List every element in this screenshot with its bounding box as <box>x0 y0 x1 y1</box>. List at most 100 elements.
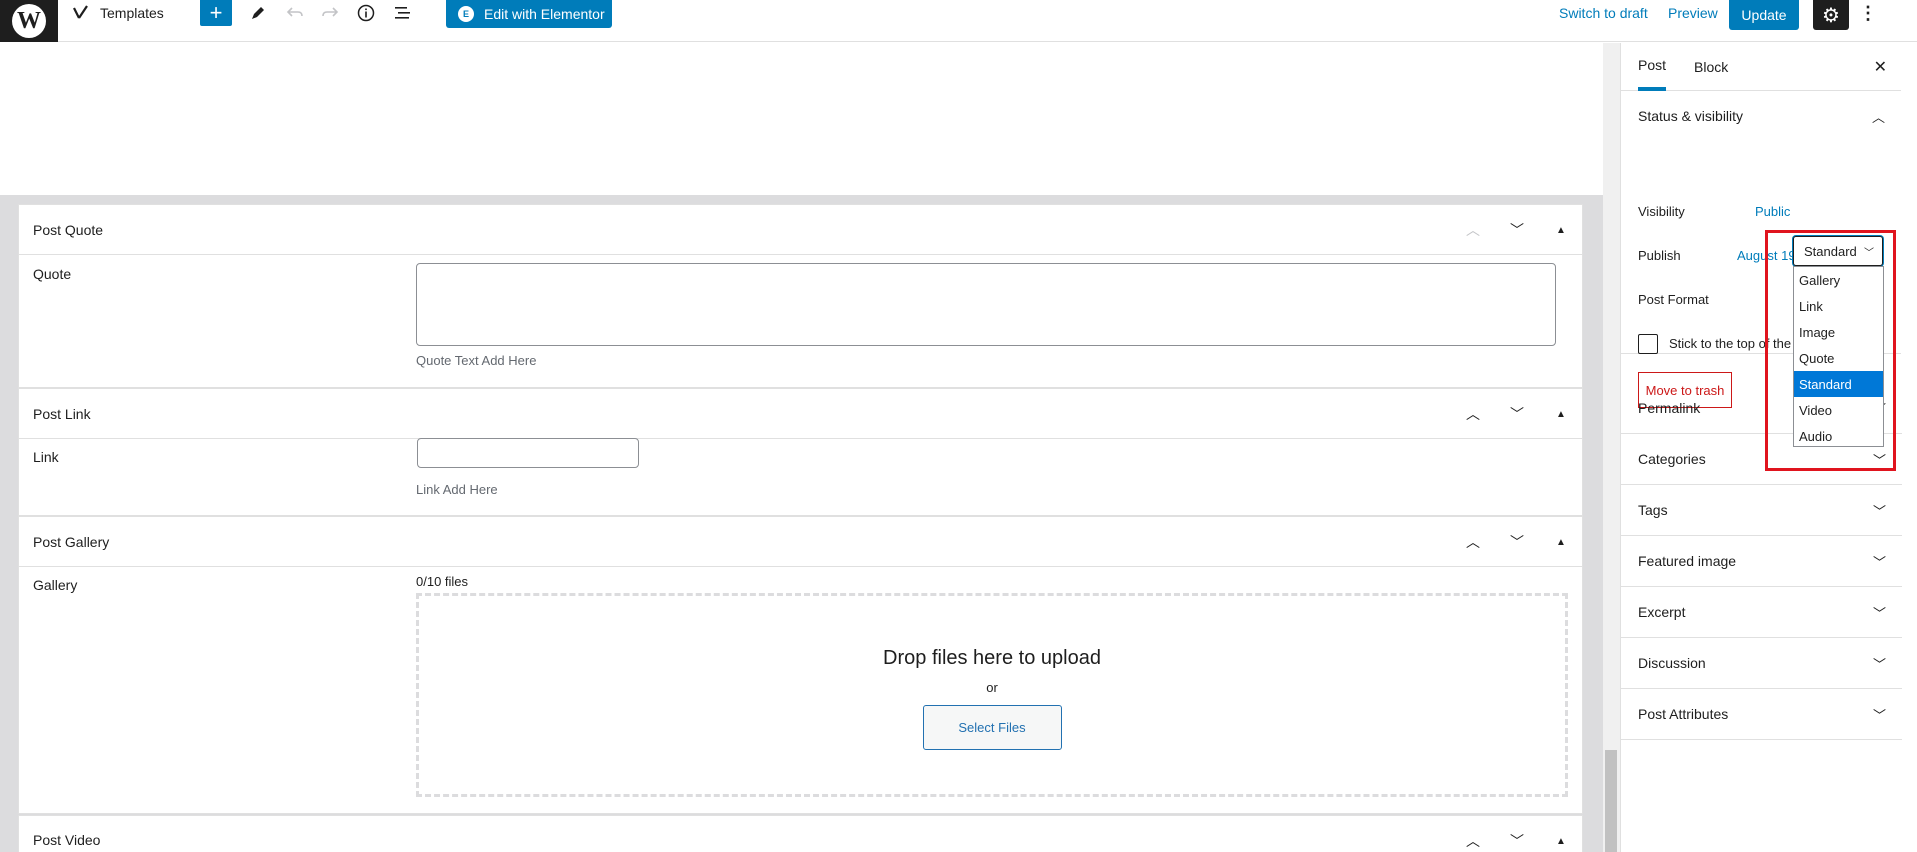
post-link-title: Post Link <box>33 405 91 422</box>
panel-title: Tags <box>1638 502 1668 518</box>
yoast-icon <box>73 5 88 19</box>
outline-button[interactable] <box>393 0 413 26</box>
move-down-icon[interactable]: ﹀ <box>1508 831 1526 851</box>
post-quote-header[interactable]: Post Quote ︿ ﹀ ▲ <box>19 205 1582 255</box>
visibility-value[interactable]: Public <box>1755 204 1790 219</box>
post-gallery-title: Post Gallery <box>33 533 110 550</box>
discussion-panel[interactable]: Discussion ﹀ <box>1621 638 1902 689</box>
undo-icon <box>286 7 303 17</box>
post-link-header[interactable]: Post Link ︿ ﹀ ▲ <box>19 389 1582 439</box>
scrollbar-thumb[interactable] <box>1605 750 1617 852</box>
tab-post[interactable]: Post <box>1638 43 1667 91</box>
chevron-down-icon: ﹀ <box>1872 503 1886 519</box>
upload-dropzone[interactable]: Drop files here to upload or Select File… <box>416 593 1568 797</box>
quote-field-label: Quote <box>33 266 72 282</box>
post-video-metabox: Post Video ︿ ﹀ ▲ <box>18 815 1583 852</box>
quote-description: Quote Text Add Here <box>416 353 537 368</box>
post-gallery-metabox: Post Gallery ︿ ﹀ ▲ Gallery 0/10 files Dr… <box>18 516 1583 814</box>
panel-title: Post Attributes <box>1638 706 1729 722</box>
link-field-label: Link <box>33 449 59 465</box>
metabox-controls: ︿ ﹀ ▲ <box>1464 517 1570 567</box>
wordpress-logo-button[interactable]: W <box>0 0 58 42</box>
update-button[interactable]: Update <box>1729 0 1799 30</box>
close-sidebar-button[interactable]: ✕ <box>1874 43 1887 91</box>
add-block-button[interactable]: + <box>200 0 232 26</box>
post-quote-title: Post Quote <box>33 221 104 238</box>
move-up-icon[interactable]: ︿ <box>1464 831 1482 851</box>
tab-block[interactable]: Block <box>1694 43 1728 91</box>
move-up-icon[interactable]: ︿ <box>1464 532 1482 552</box>
collapse-toggle-icon[interactable]: ▲ <box>1552 836 1570 847</box>
gear-icon: ⚙ <box>1822 4 1840 27</box>
link-input[interactable] <box>417 438 639 468</box>
wordpress-logo-icon: W <box>12 4 46 38</box>
panel-title: Excerpt <box>1638 604 1686 620</box>
tags-panel[interactable]: Tags ﹀ <box>1621 485 1902 536</box>
drop-or-text: or <box>986 679 998 695</box>
close-icon: ✕ <box>1873 59 1887 76</box>
gallery-field-label: Gallery <box>33 577 78 593</box>
details-button[interactable] <box>356 0 376 26</box>
chevron-down-icon: ﹀ <box>1872 554 1886 570</box>
move-up-icon[interactable]: ︿ <box>1464 220 1482 240</box>
collapse-toggle-icon[interactable]: ▲ <box>1552 409 1570 420</box>
drop-files-title: Drop files here to upload <box>883 646 1101 669</box>
visibility-label: Visibility <box>1638 204 1685 219</box>
plus-icon: + <box>209 0 223 25</box>
editor-toolbar: W Templates + E Edit with Elementor Swit… <box>0 0 1917 42</box>
link-description: Link Add Here <box>416 482 498 497</box>
more-options-button[interactable]: ⋮ <box>1858 0 1878 26</box>
chevron-up-icon[interactable]: ︿ <box>1872 91 1885 141</box>
panel-title: Discussion <box>1638 655 1706 671</box>
status-visibility-title: Status & visibility <box>1638 108 1744 124</box>
edit-with-elementor-button[interactable]: E Edit with Elementor <box>446 0 612 28</box>
edit-with-elementor-label: Edit with Elementor <box>484 6 605 22</box>
post-video-header[interactable]: Post Video ︿ ﹀ ▲ <box>19 816 1582 852</box>
redo-icon <box>322 7 339 17</box>
templates-label: Templates <box>100 5 164 21</box>
post-quote-metabox: Post Quote ︿ ﹀ ▲ Quote Quote Text Add He… <box>18 204 1583 388</box>
redo-button[interactable] <box>320 0 340 26</box>
editor-scrollbar[interactable] <box>1603 43 1620 852</box>
list-view-icon <box>395 7 410 19</box>
post-gallery-header[interactable]: Post Gallery ︿ ﹀ ▲ <box>19 517 1582 567</box>
templates-link[interactable]: Templates <box>72 0 164 26</box>
editor-canvas[interactable] <box>0 43 1603 195</box>
elementor-icon: E <box>458 6 474 22</box>
move-down-icon[interactable]: ﹀ <box>1508 532 1526 552</box>
preview-button[interactable]: Preview <box>1668 0 1718 26</box>
excerpt-panel[interactable]: Excerpt ﹀ <box>1621 587 1902 638</box>
tools-button[interactable] <box>248 0 268 26</box>
undo-button[interactable] <box>285 0 305 26</box>
chevron-down-icon: ﹀ <box>1872 656 1886 672</box>
move-down-icon[interactable]: ﹀ <box>1508 220 1526 240</box>
select-files-button[interactable]: Select Files <box>922 704 1062 750</box>
post-video-title: Post Video <box>33 831 101 848</box>
post-format-label: Post Format <box>1638 292 1709 307</box>
kebab-menu-icon: ⋮ <box>1859 2 1877 23</box>
move-down-icon[interactable]: ﹀ <box>1508 404 1526 424</box>
chevron-down-icon: ﹀ <box>1872 605 1886 621</box>
collapse-toggle-icon[interactable]: ▲ <box>1552 225 1570 236</box>
gallery-body: Gallery 0/10 files Drop files here to up… <box>19 567 1582 815</box>
quote-textarea[interactable] <box>416 263 1556 346</box>
metabox-controls: ︿ ﹀ ▲ <box>1464 389 1570 439</box>
sticky-checkbox[interactable] <box>1638 334 1658 354</box>
collapse-toggle-icon[interactable]: ▲ <box>1552 537 1570 548</box>
post-link-metabox: Post Link ︿ ﹀ ▲ Link Link Add Here <box>18 388 1583 516</box>
move-up-icon[interactable]: ︿ <box>1464 404 1482 424</box>
status-visibility-toggle[interactable]: Status & visibility <box>1621 91 1901 141</box>
switch-to-draft-button[interactable]: Switch to draft <box>1559 0 1648 26</box>
settings-button[interactable]: ⚙ <box>1813 0 1849 30</box>
panel-title: Featured image <box>1638 553 1737 569</box>
featured-image-panel[interactable]: Featured image ﹀ <box>1621 536 1902 587</box>
highlight-annotation-box <box>1765 230 1896 471</box>
chevron-down-icon: ﹀ <box>1872 707 1886 723</box>
post-attributes-panel[interactable]: Post Attributes ﹀ <box>1621 689 1902 740</box>
sidebar-tabs: Post Block ✕ <box>1621 43 1901 91</box>
metabox-controls: ︿ ﹀ ▲ <box>1464 816 1570 852</box>
gallery-file-count: 0/10 files <box>416 574 469 589</box>
metabox-controls: ︿ ﹀ ▲ <box>1464 205 1570 255</box>
publish-label: Publish <box>1638 248 1681 263</box>
info-icon <box>357 4 375 22</box>
